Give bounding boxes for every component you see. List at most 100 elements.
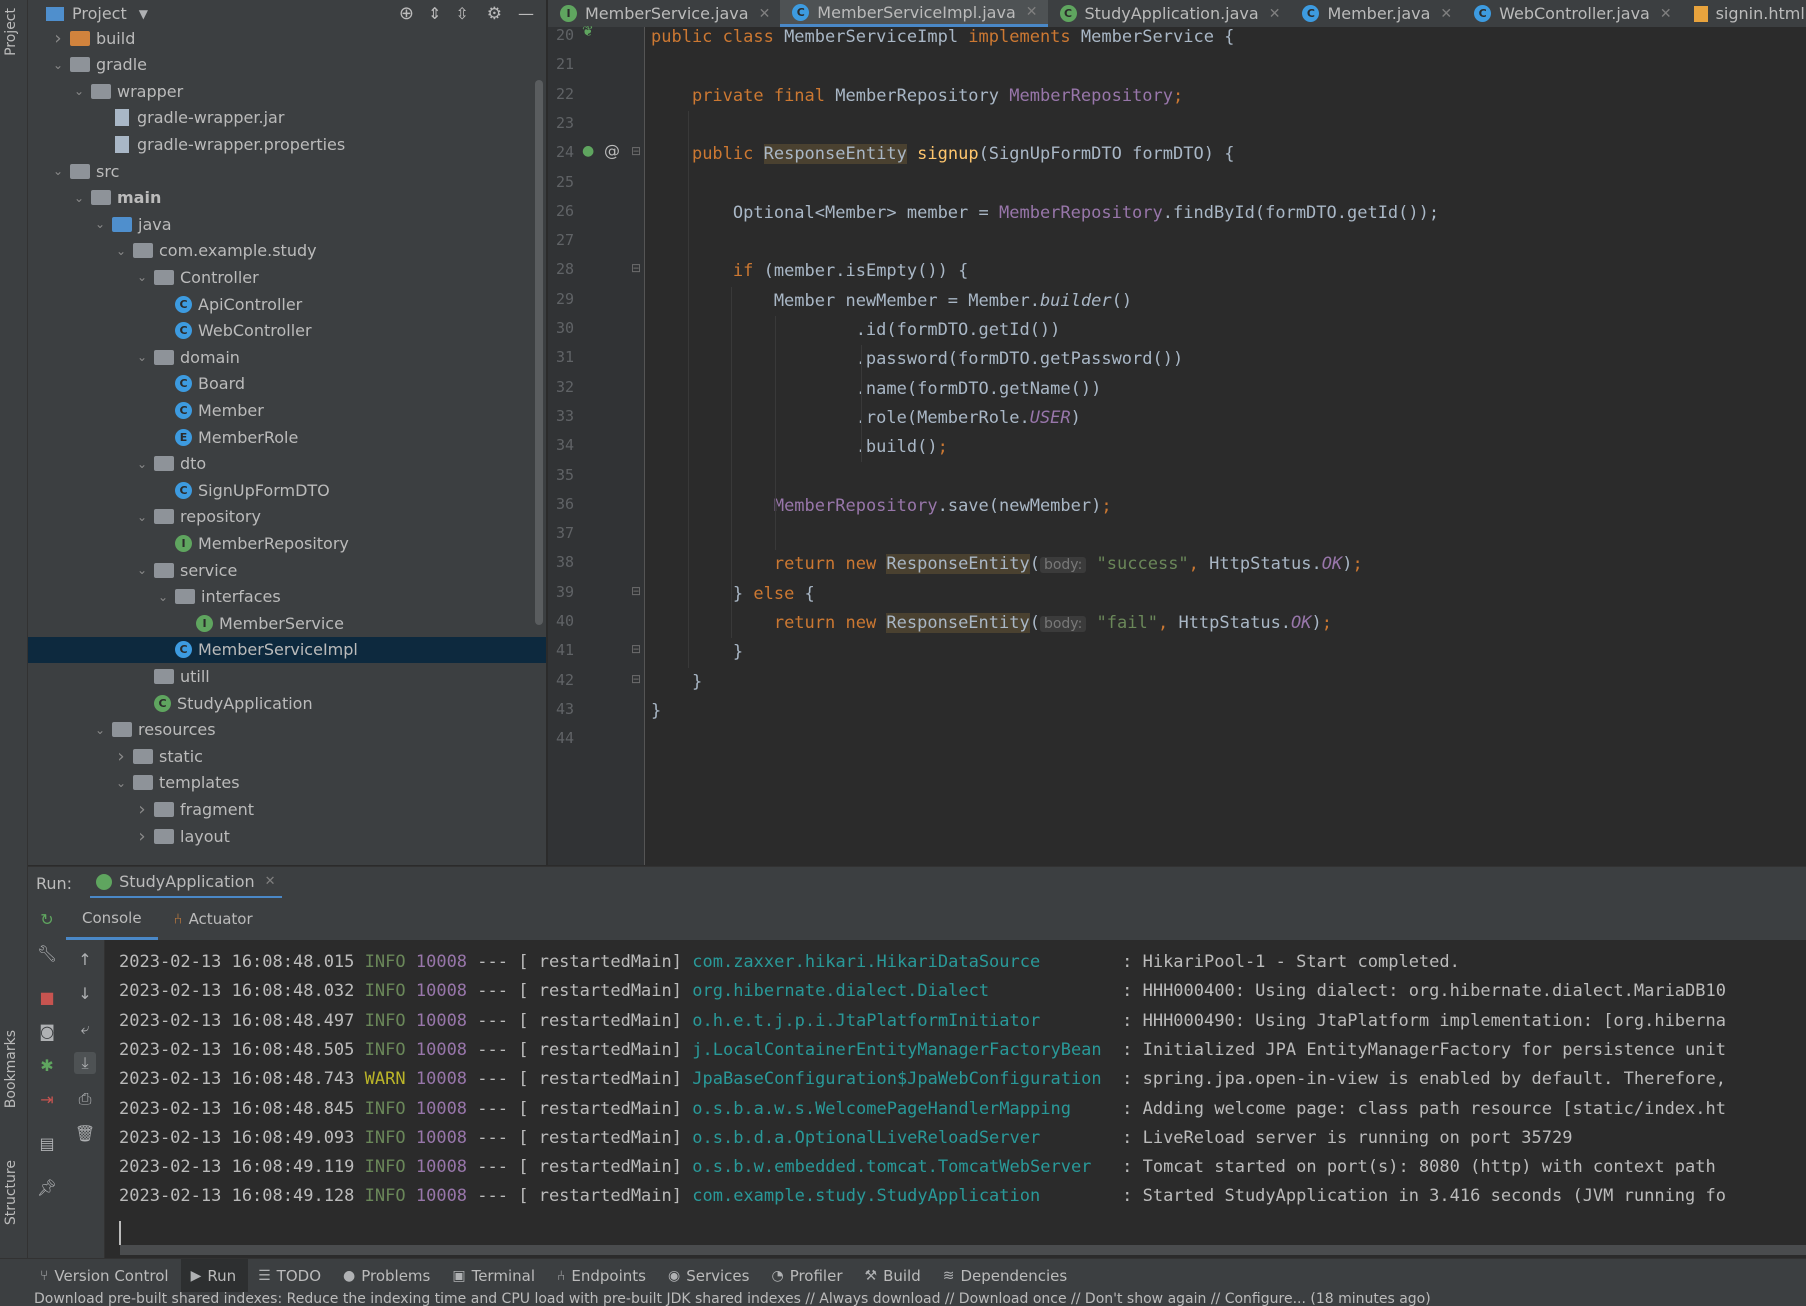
chevron-down-icon[interactable]: ⌄ [92,217,108,231]
soft-wrap-icon[interactable]: ⤶ [74,1018,96,1040]
chevron-down-icon[interactable]: ⌄ [155,590,171,604]
tree-item[interactable]: utill [28,663,546,689]
chevron-down-icon[interactable]: ⌄ [92,723,108,737]
editor-tab[interactable]: C MemberServiceImpl.java ✕ [780,0,1048,27]
trash-icon[interactable]: 🗑︎ [74,1122,96,1144]
debug-icon[interactable]: ✱ [36,1054,58,1076]
tree-item[interactable]: ⌄ Controller [28,264,546,290]
chevron-down-icon[interactable]: ⌄ [50,164,66,178]
gear-icon[interactable]: ⚙ [487,4,502,24]
annotation-marker-icon[interactable]: @ [604,141,620,160]
bottom-tool-services[interactable]: ◉ Services [658,1259,761,1293]
tree-item[interactable]: C StudyApplication [28,690,546,716]
rerun-icon[interactable]: ↻ [36,908,58,930]
code-editor[interactable]: public class MemberServiceImpl implement… [645,27,1806,865]
bottom-tool-endpoints[interactable]: ⑃ Endpoints [547,1259,658,1293]
tree-item[interactable]: ⌄ java [28,211,546,237]
tree-item[interactable]: ⌄ main [28,185,546,211]
chevron-down-icon[interactable]: ⌄ [134,457,150,471]
run-config-tab[interactable]: StudyApplication ✕ [90,867,282,899]
arrow-down-icon[interactable]: ↓ [74,982,96,1004]
project-tree[interactable]: › build ⌄ gradle ⌄ wrapper gradle-wrapper.jar g… [28,27,546,865]
editor-tab[interactable]: C WebController.java ✕ [1462,0,1681,27]
bookmarks-tool-window-button[interactable]: Bookmarks [3,1030,19,1108]
close-icon[interactable]: ✕ [1440,6,1452,22]
tree-item[interactable]: ⌄ interfaces [28,584,546,610]
tree-item[interactable]: ⌄ repository [28,504,546,530]
tree-item[interactable]: ⌄ domain [28,344,546,370]
close-icon[interactable]: ✕ [1026,4,1038,20]
chevron-down-icon[interactable]: ⌄ [134,510,150,524]
close-icon[interactable]: ✕ [265,874,276,889]
exit-icon[interactable]: ⇥ [36,1088,58,1110]
chevron-down-icon[interactable]: ⌄ [113,776,129,790]
locate-icon[interactable]: ⊕ [399,3,414,24]
console-horizontal-scrollbar[interactable] [120,1245,1806,1255]
tree-item[interactable]: ⌄ dto [28,451,546,477]
tree-item[interactable]: C SignUpFormDTO [28,477,546,503]
tree-item[interactable]: ⌄ src [28,158,546,184]
tree-item[interactable]: ⌄ templates [28,770,546,796]
status-bar-message[interactable]: Download pre-built shared indexes: Reduc… [0,1292,1806,1306]
editor-tab[interactable]: C StudyApplication.java ✕ [1048,0,1291,27]
tree-item[interactable]: C Board [28,371,546,397]
project-panel-title[interactable]: Project [72,4,127,23]
pin-icon[interactable]: 📌︎ [36,1176,58,1198]
close-icon[interactable]: ✕ [1269,6,1281,22]
tree-item[interactable]: I MemberRepository [28,530,546,556]
tree-item[interactable]: ⌄ com.example.study [28,238,546,264]
wrench-icon[interactable]: 🔧︎ [36,942,58,964]
tree-item[interactable]: › layout [28,823,546,849]
chevron-down-icon[interactable]: ▼ [139,7,148,21]
editor-tab[interactable]: signin.html✕ [1682,0,1806,27]
camera-icon[interactable]: ◙ [36,1020,58,1042]
editor-tab[interactable]: C Member.java ✕ [1290,0,1462,27]
chevron-down-icon[interactable]: ⌄ [134,350,150,364]
chevron-right-icon[interactable]: › [50,28,66,49]
tree-item[interactable]: ⌄ resources [28,717,546,743]
console-output[interactable]: 2023-02-13 16:08:48.015 INFO 10008 --- [… [105,940,1806,1240]
minimize-icon[interactable]: — [518,4,534,23]
tree-item[interactable]: › fragment [28,796,546,822]
layout-icon[interactable]: ▤ [36,1132,58,1154]
stop-icon[interactable]: ■ [36,986,58,1008]
chevron-right-icon[interactable]: › [134,826,150,847]
print-icon[interactable]: ⎙ [74,1088,96,1110]
expand-all-icon[interactable]: ⇕ [428,4,441,23]
bottom-tool-build[interactable]: ⚒ Build [855,1259,933,1293]
spring-bean-icon[interactable]: ❦ [582,24,594,40]
chevron-down-icon[interactable]: ⌄ [71,84,87,98]
chevron-right-icon[interactable]: › [113,746,129,767]
project-tool-window-button[interactable]: Project [3,8,19,56]
structure-tool-window-button[interactable]: Structure [3,1160,19,1225]
tree-item[interactable]: C Member [28,397,546,423]
bottom-tool-version-control[interactable]: ⑂ Version Control [30,1259,181,1293]
fold-icon[interactable]: ⊟ [631,672,641,686]
scroll-to-end-icon[interactable]: ⤓ [74,1052,96,1074]
tree-item[interactable]: gradle-wrapper.jar [28,105,546,131]
chevron-down-icon[interactable]: ⌄ [50,58,66,72]
bottom-tool-dependencies[interactable]: ≋ Dependencies [933,1259,1080,1293]
fold-icon[interactable]: ⊟ [631,584,641,598]
tree-item[interactable]: C ApiController [28,291,546,317]
console-tab[interactable]: Console [66,898,158,940]
arrow-up-icon[interactable]: ↑ [74,948,96,970]
collapse-all-icon[interactable]: ⇳ [455,4,468,23]
fold-icon[interactable]: ⊟ [631,642,641,656]
console-tab[interactable]: ⑃ Actuator [158,898,269,940]
chevron-down-icon[interactable]: ⌄ [71,191,87,205]
tree-item[interactable]: I MemberService [28,610,546,636]
fold-icon[interactable]: ⊟ [631,261,641,275]
bottom-tool-profiler[interactable]: ◔ Profiler [761,1259,854,1293]
chevron-down-icon[interactable]: ⌄ [113,244,129,258]
tree-item[interactable]: › static [28,743,546,769]
bottom-tool-terminal[interactable]: ▣ Terminal [442,1259,547,1293]
tree-item[interactable]: C MemberServiceImpl [28,636,546,663]
chevron-down-icon[interactable]: ⌄ [134,563,150,577]
tree-item[interactable]: C WebController [28,318,546,344]
editor-tab[interactable]: I MemberService.java ✕ [548,0,780,27]
bottom-tool-problems[interactable]: ● Problems [333,1259,442,1293]
chevron-right-icon[interactable]: › [134,799,150,820]
tree-item[interactable]: › build [28,27,546,51]
fold-icon[interactable]: ⊟ [631,144,641,158]
